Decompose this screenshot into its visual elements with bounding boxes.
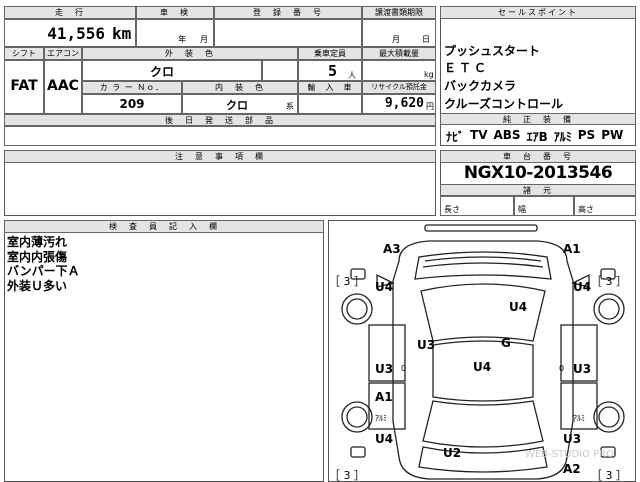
inspector-line: 室内薄汚れ: [7, 235, 68, 249]
transfer-deadline-header: 譲渡書類期限: [362, 6, 436, 19]
equipment-alumi: ｱﾙﾐ: [553, 130, 572, 144]
recycle-value: 9,620: [384, 96, 424, 111]
mark-a1-left: A1: [375, 390, 393, 404]
capacity-header: 乗車定員: [298, 47, 362, 60]
registration-cell: [214, 19, 362, 47]
equipment-navi: ﾅﾋﾞ: [446, 130, 465, 144]
width-label: 幅: [518, 205, 526, 214]
max-load-header: 最大積載量: [362, 47, 436, 60]
interior-color-value: クロ: [226, 99, 248, 112]
equipment-list: ﾅﾋﾞ TV ABS ｴｱB ｱﾙﾐ PS PW: [446, 128, 634, 145]
sales-point-4: クルーズコントロール: [444, 97, 564, 111]
inspector-line: バンパー下Ａ: [7, 264, 80, 278]
import-cell: [298, 94, 362, 114]
capacity-unit: 人: [348, 71, 356, 80]
mark-u4-roof: U4: [473, 360, 491, 374]
shaken-month: 月: [200, 35, 208, 44]
mark-u3-mid: U3: [417, 338, 435, 352]
mark-g: G: [501, 336, 511, 350]
equipment-header: 純 正 装 備: [440, 113, 636, 125]
later-docs-header: 後 日 発 送 部 品: [4, 114, 436, 126]
shift-header: シフト: [4, 47, 44, 60]
equipment-pw: PW: [601, 128, 624, 142]
capacity-value: 5: [328, 62, 338, 80]
car-diagram: A3 A1 U4 U4 U4 U3 G U4 U3 U3 A1 U4 U2 U3…: [329, 224, 627, 482]
equipment-abs: ABS: [493, 128, 521, 142]
sales-points-header: セールスポイント: [440, 6, 636, 19]
tire-rear-right: ［ 3 ］: [591, 469, 627, 482]
exterior-color-value: クロ: [150, 65, 175, 79]
rear-window-outline: [422, 400, 544, 448]
interior-color-header: 内 装 色: [182, 81, 298, 94]
transfer-month: 月: [392, 35, 400, 44]
interior-color-suffix: 系: [286, 102, 294, 111]
later-docs-cell: [4, 126, 436, 146]
inspector-line: 室内内張傷: [7, 249, 68, 264]
recycle-unit: 円: [426, 102, 434, 111]
color-no-value: 209: [119, 97, 145, 111]
recycle-header: リサイクル預託金: [362, 81, 436, 94]
length-label: 長さ: [444, 205, 460, 214]
mark-u3-rear-right: U3: [563, 432, 581, 446]
shift-value: FAT: [10, 78, 38, 94]
exterior-color-extra-cell: [262, 60, 298, 81]
mark-a3: A3: [383, 242, 401, 256]
sales-point-2: ＥＴＣ: [444, 61, 490, 75]
alumi-label-left: ｱﾙﾐ: [375, 414, 387, 423]
watermark: WEB-STUDIO PRO: [525, 449, 614, 460]
mark-a1-top: A1: [563, 242, 581, 256]
mark-u4-right-top: U4: [573, 280, 591, 294]
equipment-ps: PS: [577, 128, 596, 142]
ac-header: エアコン: [44, 47, 82, 60]
mark-u3-left: U3: [375, 362, 393, 376]
notes-header: 注 意 事 項 欄: [4, 150, 436, 163]
exterior-color-header: 外 装 色: [82, 47, 298, 60]
color-no-header: カ ラ ー Ｎｏ．: [82, 81, 182, 94]
transfer-day: 日: [422, 35, 430, 44]
shaken-year: 年: [178, 35, 186, 44]
inspector-header: 検 査 員 記 入 欄: [4, 220, 324, 233]
inspector-notes: 室内薄汚れ 室内内張傷 バンパー下Ａ 外装Ｕ多い: [7, 235, 80, 293]
mark-u3-right: U3: [573, 362, 591, 376]
ac-value: AAC: [47, 78, 79, 94]
mark-u2: U2: [443, 446, 461, 460]
car-diagram-panel: A3 A1 U4 U4 U4 U3 G U4 U3 U3 A1 U4 U2 U3…: [328, 220, 636, 482]
mark-a2: A2: [563, 462, 581, 476]
max-load-unit: kg: [424, 70, 434, 79]
tire-front-left: ［ 3 ］: [329, 275, 365, 288]
door-mark-left: 0: [401, 364, 406, 373]
chassis-header: 車 台 番 号: [440, 150, 636, 163]
mileage-header: 走 行: [4, 6, 136, 19]
front-bumper-bar: [424, 224, 538, 232]
mileage-unit: km: [112, 24, 132, 43]
shaken-header: 車 検: [136, 6, 214, 19]
door-mark-right: 0: [559, 364, 564, 373]
dimensions-header: 諸 元: [440, 184, 636, 196]
sales-point-1: プッシュスタート: [444, 44, 541, 58]
mileage-value: 41,556: [47, 24, 105, 43]
equipment-tv: TV: [470, 128, 488, 142]
equipment-airbag: ｴｱB: [526, 130, 548, 144]
mark-u4-left-top: U4: [375, 280, 393, 294]
inspector-line: 外装Ｕ多い: [7, 278, 68, 293]
registration-header: 登 録 番 号: [214, 6, 362, 19]
height-label: 高さ: [578, 205, 594, 214]
sales-points-panel: [440, 6, 636, 146]
tire-rear-left: ［ 3 ］: [329, 469, 365, 482]
chassis-number: NGX10-2013546: [463, 163, 613, 183]
sales-point-3: バックカメラ: [444, 79, 517, 93]
alumi-label-right: ｱﾙﾐ: [573, 414, 585, 423]
mark-u4-left-bottom: U4: [375, 432, 393, 446]
tire-front-right: ［ 3 ］: [591, 275, 627, 288]
mark-u4-hood: U4: [509, 300, 527, 314]
import-header: 輸 入 車: [298, 81, 362, 94]
